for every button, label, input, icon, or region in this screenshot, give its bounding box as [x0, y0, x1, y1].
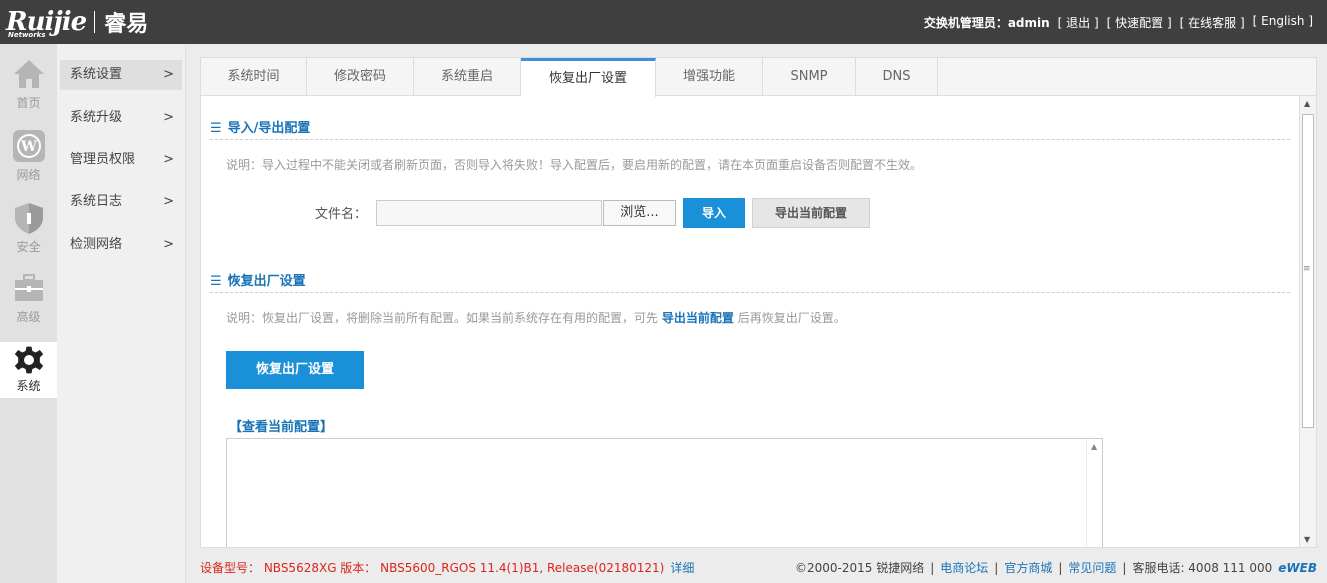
tab-factory-reset[interactable]: 恢复出厂设置 — [521, 58, 656, 97]
import-button[interactable]: 导入 — [683, 198, 745, 228]
logo-divider — [94, 11, 96, 33]
shield-icon — [14, 203, 43, 234]
config-textarea[interactable]: ▲ — [226, 438, 1103, 547]
quick-config-link[interactable]: [ 快速配置 ] — [1107, 14, 1172, 31]
faq-link[interactable]: 常见问题 — [1068, 557, 1116, 579]
restore-note-suffix: 后再恢复出厂设置。 — [737, 311, 846, 325]
scroll-up-icon[interactable]: ▲ — [1304, 99, 1310, 108]
scroll-down-icon[interactable]: ▼ — [1304, 535, 1310, 544]
tab-content: ☰ 导入/导出配置 说明：导入过程中不能关闭或者刷新页面，否则导入将失败！导入配置… — [201, 96, 1299, 547]
subnav-label: 系统升级 — [70, 110, 123, 125]
admin-label: 交换机管理员：admin — [923, 16, 1050, 30]
import-note: 说明：导入过程中不能关闭或者刷新页面，否则导入将失败！导入配置后，要启用新的配置… — [226, 158, 923, 172]
footer-links: ©2000-2015 锐捷网络 | 电商论坛 | 官方商城 | 常见问题 | 客… — [795, 557, 1317, 579]
page-scrollbar[interactable]: ▲ ≡ ▼ — [1299, 96, 1316, 547]
footer-divider: | — [1058, 561, 1063, 575]
forum-link[interactable]: 电商论坛 — [940, 557, 988, 579]
sub-nav: 系统设置 > 系统升级 > 管理员权限 > 系统日志 > 检测网络 > — [57, 44, 186, 583]
product-name: 睿易 — [104, 12, 149, 37]
subnav-label: 管理员权限 — [70, 152, 136, 167]
main-nav: 首页 W 网络 安全 高级 系统 — [0, 44, 57, 583]
nav-home-label: 首页 — [16, 96, 41, 110]
gear-icon — [14, 346, 43, 374]
chevron-right-icon: > — [163, 110, 174, 125]
file-name-label: 文件名： — [315, 207, 368, 222]
nav-advanced[interactable]: 高级 — [0, 270, 57, 336]
main-panel: 系统时间 修改密码 系统重启 恢复出厂设置 增强功能 SNMP DNS ☰ 导入/… — [200, 57, 1317, 548]
eweb-logo: eWEB — [1278, 561, 1317, 575]
nav-security[interactable]: 安全 — [0, 200, 57, 266]
chevron-right-icon: > — [163, 237, 174, 252]
section-factory-reset: ☰ 恢复出厂设置 — [210, 271, 1290, 293]
detail-link[interactable]: 详细 — [670, 561, 694, 575]
logout-link[interactable]: [ 退出 ] — [1058, 14, 1099, 31]
file-name-input[interactable] — [376, 200, 602, 226]
section-title: 导入/导出配置 — [227, 121, 311, 136]
restore-note: 说明：恢复出厂设置，将删除当前所有配置。如果当前系统存在有用的配置，可先 导出当… — [226, 309, 846, 326]
export-config-button[interactable]: 导出当前配置 — [752, 198, 870, 228]
subnav-system-log[interactable]: 系统日志 > — [60, 187, 182, 217]
subnav-label: 系统设置 — [70, 67, 123, 82]
scroll-up-icon[interactable]: ▲ — [1091, 442, 1097, 451]
footer-divider: | — [994, 561, 999, 575]
subnav-label: 检测网络 — [70, 237, 123, 252]
factory-reset-button[interactable]: 恢复出厂设置 — [226, 351, 364, 389]
section-import-export: ☰ 导入/导出配置 — [210, 118, 1290, 140]
tab-system-reboot[interactable]: 系统重启 — [414, 58, 521, 96]
nav-network-label: 网络 — [16, 168, 41, 182]
hotline: 客服电话: 4008 111 000 — [1132, 561, 1273, 575]
footer-divider: | — [930, 561, 935, 575]
nav-network[interactable]: W 网络 — [0, 128, 57, 194]
tab-bar: 系统时间 修改密码 系统重启 恢复出厂设置 增强功能 SNMP DNS — [201, 58, 1316, 97]
nav-home[interactable]: 首页 — [0, 56, 57, 122]
view-config-link[interactable]: 【查看当前配置】 — [229, 416, 333, 435]
tab-dns[interactable]: DNS — [856, 58, 938, 96]
brand-sub: Networks — [8, 31, 46, 39]
ruijie-logo: Ruijie Networks 睿易 — [6, 4, 148, 40]
top-links: 交换机管理员：admin [ 退出 ] [ 快速配置 ] [ 在线客服 ] [ … — [924, 14, 1313, 31]
device-info: 设备型号： NBS5628XG 版本： NBS5600_RGOS 11.4(1)… — [200, 557, 694, 579]
subnav-system-upgrade[interactable]: 系统升级 > — [60, 103, 182, 133]
top-header: Ruijie Networks 睿易 交换机管理员：admin [ 退出 ] [… — [0, 0, 1327, 44]
tab-enhanced[interactable]: 增强功能 — [656, 58, 763, 96]
english-link[interactable]: [ English ] — [1253, 14, 1313, 31]
textarea-scrollbar[interactable]: ▲ — [1086, 439, 1102, 547]
scroll-grip-icon: ≡ — [1303, 264, 1311, 274]
nav-security-label: 安全 — [16, 240, 41, 254]
chevron-right-icon: > — [163, 194, 174, 209]
chevron-right-icon: > — [163, 152, 174, 167]
nav-system-label: 系统 — [16, 379, 41, 393]
subnav-label: 系统日志 — [70, 194, 123, 209]
footer-divider: | — [1122, 561, 1127, 575]
wordpress-icon: W — [12, 130, 45, 162]
copyright: ©2000-2015 锐捷网络 — [794, 561, 925, 575]
subnav-network-check[interactable]: 检测网络 > — [60, 230, 182, 260]
browse-button[interactable]: 浏览... — [603, 200, 676, 226]
export-config-link[interactable]: 导出当前配置 — [662, 311, 734, 325]
section-bar-icon: ☰ — [210, 274, 222, 289]
footer: 设备型号： NBS5628XG 版本： NBS5600_RGOS 11.4(1)… — [200, 557, 1317, 579]
chevron-right-icon: > — [163, 67, 174, 82]
tab-snmp[interactable]: SNMP — [763, 58, 856, 96]
nav-advanced-label: 高级 — [16, 310, 41, 324]
subnav-admin-rights[interactable]: 管理员权限 > — [60, 145, 182, 175]
section-bar-icon: ☰ — [210, 121, 222, 136]
home-icon — [13, 60, 44, 88]
svg-text:W: W — [20, 139, 37, 155]
restore-note-text: 说明：恢复出厂设置，将删除当前所有配置。如果当前系统存在有用的配置，可先 — [226, 311, 659, 325]
toolbox-icon — [14, 274, 43, 301]
store-link[interactable]: 官方商城 — [1004, 557, 1052, 579]
subnav-system-settings[interactable]: 系统设置 > — [60, 60, 182, 90]
online-support-link[interactable]: [ 在线客服 ] — [1180, 14, 1245, 31]
tab-system-time[interactable]: 系统时间 — [201, 58, 307, 96]
section-title: 恢复出厂设置 — [227, 274, 306, 289]
tab-change-password[interactable]: 修改密码 — [307, 58, 414, 96]
device-model-version: 设备型号： NBS5628XG 版本： NBS5600_RGOS 11.4(1)… — [200, 561, 665, 575]
nav-system[interactable]: 系统 — [0, 342, 57, 398]
